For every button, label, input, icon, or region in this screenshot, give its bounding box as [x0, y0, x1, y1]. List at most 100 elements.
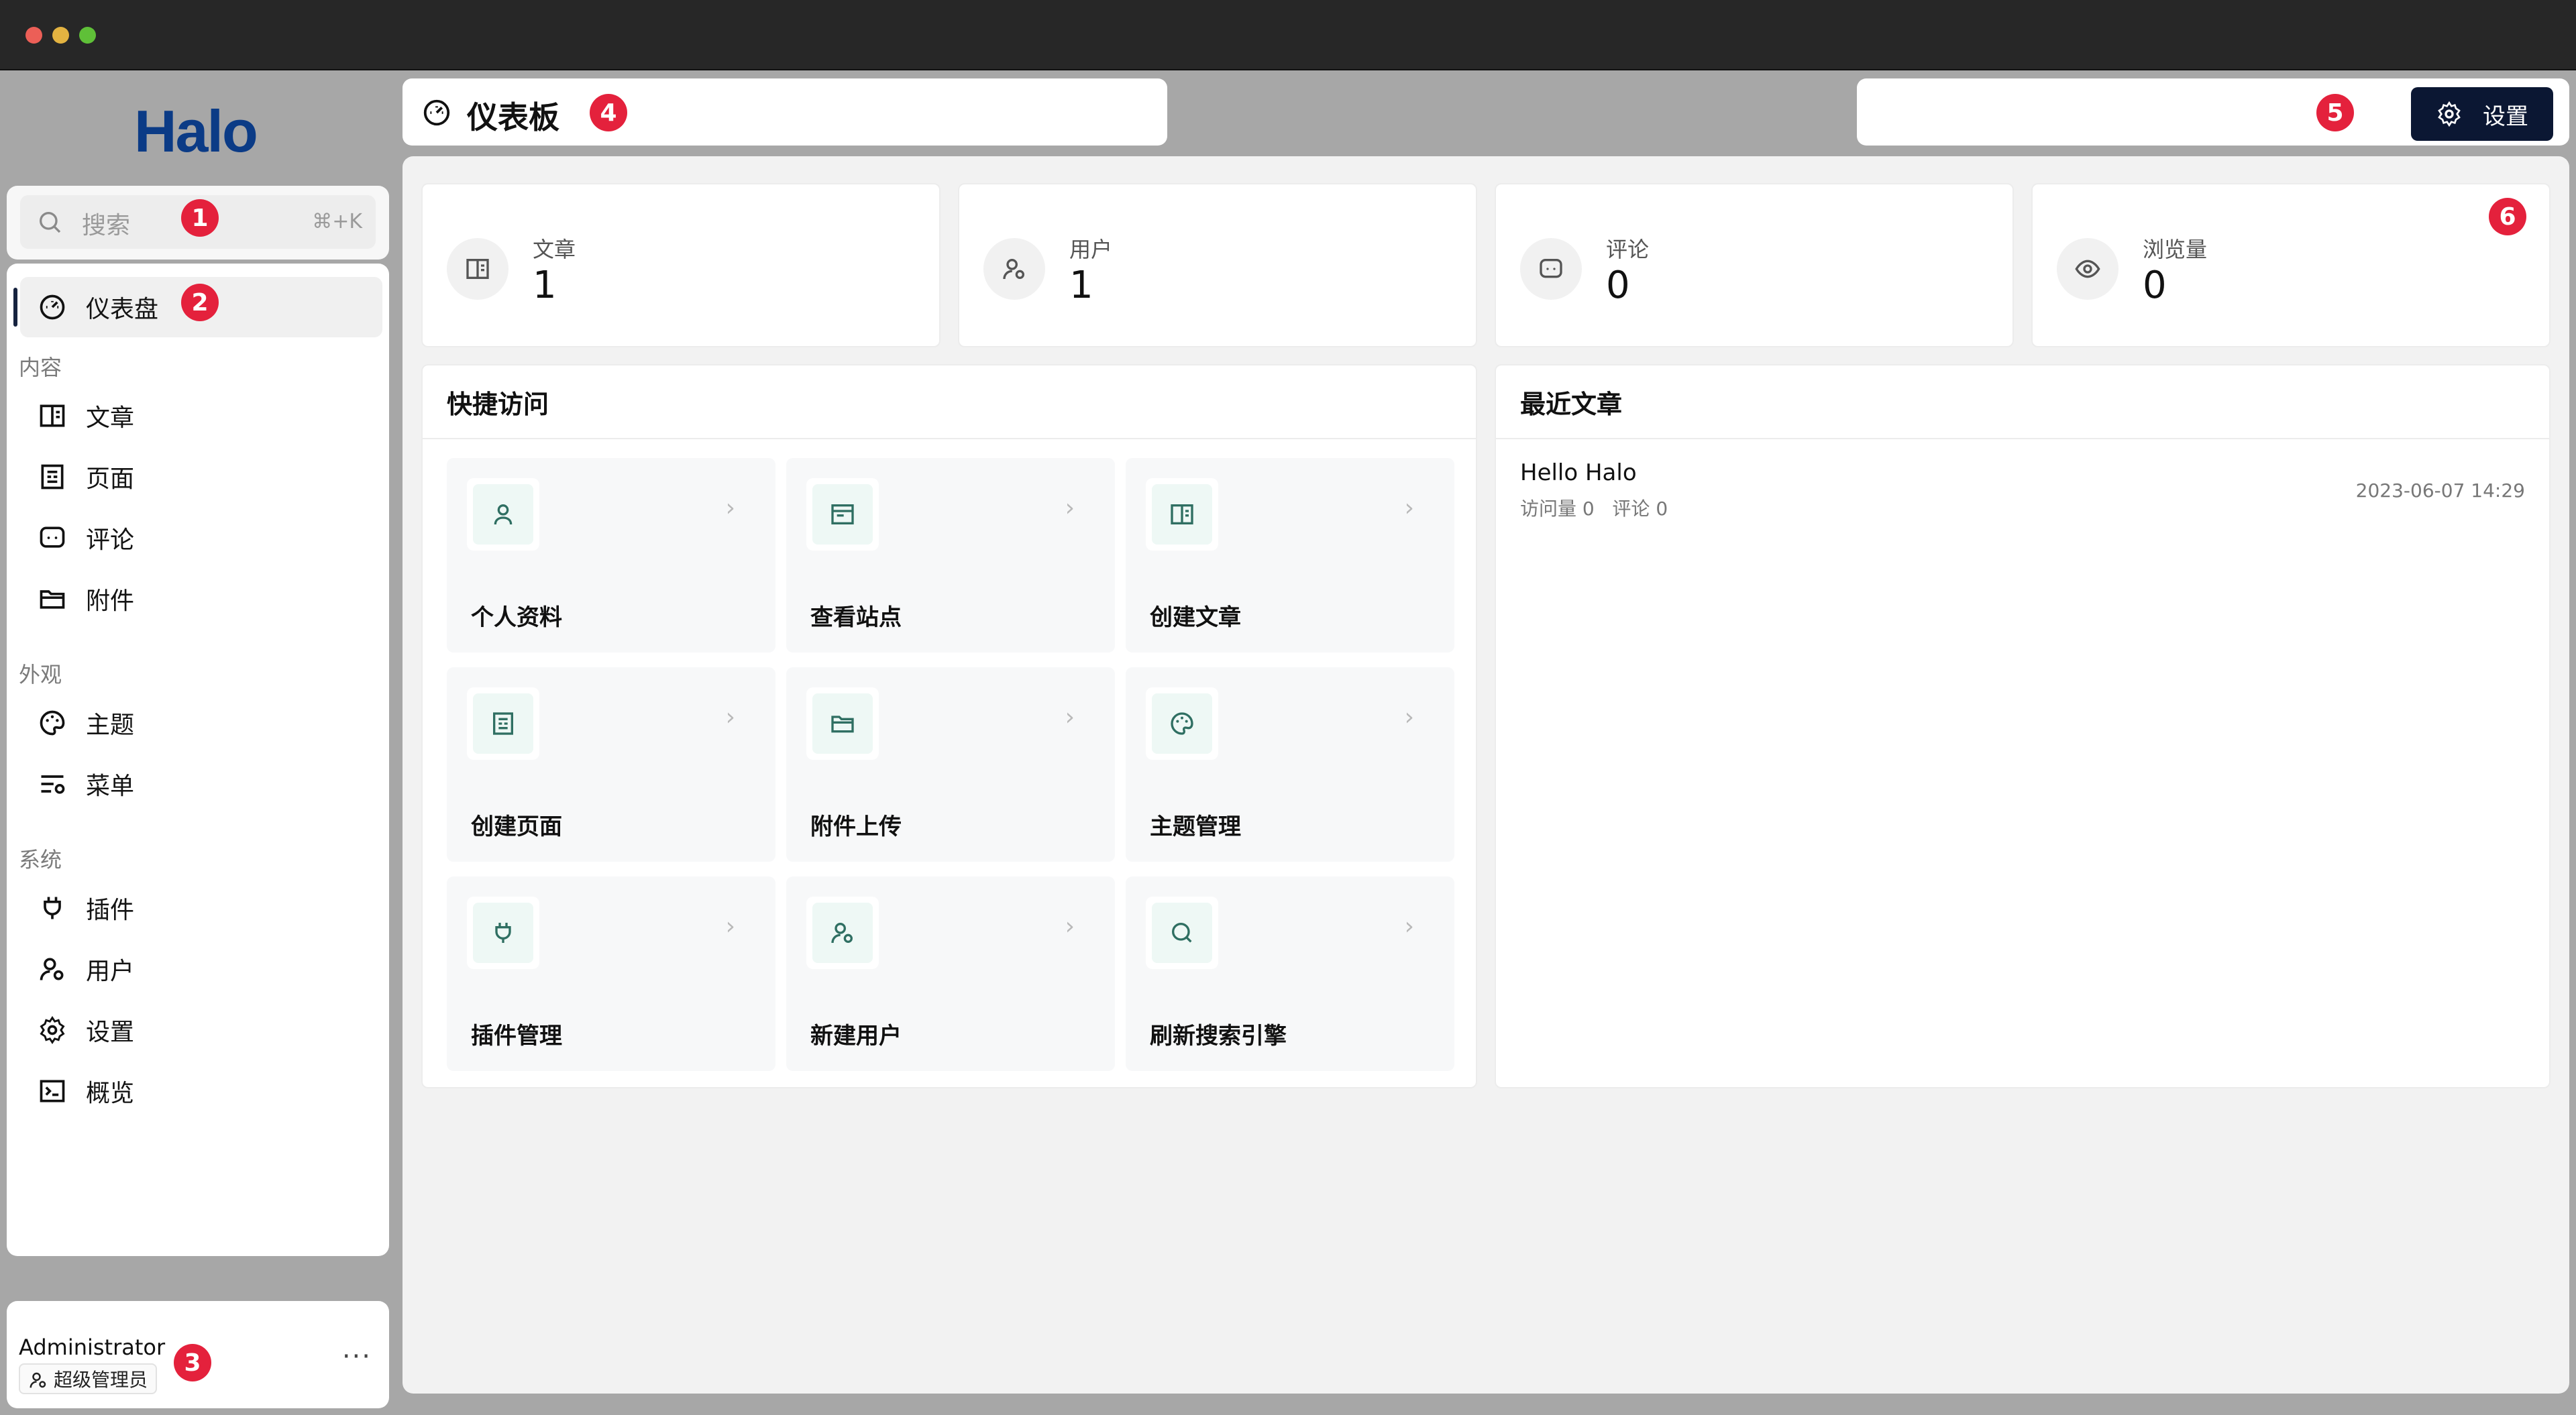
- sidebar-item-plugins[interactable]: 插件: [20, 878, 382, 938]
- user-gear-icon: [1003, 259, 1024, 280]
- annotation-badge-2: 2: [181, 284, 219, 321]
- stat-card-users[interactable]: 用户 1: [958, 183, 1477, 347]
- quick-access-icon-bg: [812, 903, 873, 963]
- quick-access-icon: [806, 897, 879, 969]
- menu-settings-icon: [41, 775, 65, 794]
- gear-icon: [40, 1016, 65, 1044]
- folder-icon: [40, 590, 65, 609]
- sidebar-item-users[interactable]: 用户: [20, 939, 382, 999]
- quick-access-item[interactable]: › 查看站点: [786, 458, 1115, 653]
- gear-icon: [2438, 101, 2461, 127]
- user-icon: [494, 504, 513, 525]
- page-header: 仪表板: [402, 78, 1167, 146]
- recent-post-date: 2023-06-07 14:29: [2355, 479, 2525, 502]
- chevron-right-icon: ›: [1065, 703, 1075, 731]
- page-title: 仪表板: [467, 99, 559, 135]
- sidebar-item-label: 文章: [86, 404, 135, 432]
- quick-access-item[interactable]: › 个人资料: [447, 458, 775, 653]
- recent-post-comments: 评论 0: [1612, 498, 1668, 520]
- page-icon: [41, 464, 64, 490]
- recent-posts-title: 最近文章: [1496, 365, 2549, 439]
- quick-access-icon-bg: [473, 903, 533, 963]
- palette-icon: [40, 710, 65, 736]
- sidebar-item-label: 仪表盘: [86, 296, 159, 323]
- quick-access-label: 附件上传: [810, 813, 902, 840]
- quick-access-label: 创建页面: [471, 813, 562, 840]
- quick-access-item[interactable]: › 创建文章: [1126, 458, 1454, 653]
- quick-access-icon: [467, 478, 539, 551]
- sidebar-item-posts[interactable]: 文章: [20, 386, 382, 446]
- sidebar-item-label: 评论: [86, 526, 135, 554]
- sidebar-item-overview[interactable]: 概览: [20, 1061, 382, 1121]
- quick-access-icon-bg: [473, 693, 533, 754]
- app-content: Halo 搜索 ⌘+K 1 仪表盘 内容 文章 页面 评论 附件 外观 主题 菜…: [0, 70, 2576, 1415]
- chevron-right-icon: ›: [1404, 494, 1414, 522]
- quick-access-icon: [467, 687, 539, 760]
- close-window-button[interactable]: [25, 27, 42, 44]
- user-role-label: 超级管理员: [54, 1369, 148, 1391]
- comment-icon: [40, 526, 65, 548]
- more-options-button[interactable]: ···: [342, 1341, 372, 1372]
- quick-access-item[interactable]: › 主题管理: [1126, 667, 1454, 862]
- stat-card-comments[interactable]: 评论 0: [1495, 183, 2014, 347]
- book-icon: [466, 259, 489, 279]
- quick-access-icon: [1146, 478, 1218, 551]
- eye-icon: [2075, 260, 2100, 278]
- settings-button-label: 设置: [2483, 103, 2528, 130]
- chevron-right-icon: ›: [725, 494, 735, 522]
- quick-access-item[interactable]: › 创建页面: [447, 667, 775, 862]
- stat-value: 1: [533, 264, 557, 307]
- sidebar-item-comments[interactable]: 评论: [20, 508, 382, 568]
- recent-post-visits: 访问量 0: [1520, 498, 1595, 520]
- sidebar-item-label: 主题: [86, 712, 135, 739]
- maximize-window-button[interactable]: [79, 27, 96, 44]
- stat-label: 用户: [1069, 237, 1113, 262]
- search-icon: [1172, 923, 1192, 943]
- folder-icon: [831, 716, 854, 733]
- settings-button[interactable]: 设置: [2411, 87, 2553, 141]
- title-bar: [0, 0, 2576, 70]
- page-icon: [493, 712, 513, 735]
- plug-icon: [44, 897, 61, 919]
- stat-value: 0: [1606, 264, 1630, 307]
- palette-icon: [1171, 712, 1193, 735]
- stat-label: 评论: [1606, 237, 1650, 262]
- sidebar-item-themes[interactable]: 主题: [20, 693, 382, 753]
- sidebar-item-pages[interactable]: 页面: [20, 447, 382, 507]
- chevron-right-icon: ›: [1404, 913, 1414, 940]
- sidebar-item-label: 附件: [86, 587, 135, 615]
- book-icon: [40, 404, 65, 427]
- plug-icon: [495, 923, 511, 943]
- chevron-right-icon: ›: [725, 913, 735, 940]
- stat-value: 0: [2143, 264, 2167, 307]
- annotation-badge-4: 4: [590, 94, 627, 131]
- sidebar-item-label: 用户: [86, 958, 135, 985]
- sidebar-item-menus[interactable]: 菜单: [20, 754, 382, 814]
- quick-access-icon-bg: [812, 484, 873, 545]
- stat-card-views[interactable]: 浏览量 0: [2031, 183, 2551, 347]
- halo-logo[interactable]: Halo: [134, 97, 258, 164]
- sidebar-item-settings[interactable]: 设置: [20, 1000, 382, 1060]
- quick-access-icon: [806, 478, 879, 551]
- chevron-right-icon: ›: [725, 703, 735, 731]
- dashboard-main: 文章 1 用户 1 评论 0 浏览量 0 快捷访问 › 个人资料 › 查看站点 …: [402, 156, 2569, 1394]
- quick-access-icon: [1146, 687, 1218, 760]
- quick-access-item[interactable]: › 新建用户: [786, 876, 1115, 1071]
- quick-access-icon-bg: [1152, 484, 1212, 545]
- recent-posts-card: 最近文章 Hello Halo 访问量 0 评论 0 2023-06-07 14…: [1495, 364, 2551, 1088]
- sidebar-item-attachments[interactable]: 附件: [20, 569, 382, 629]
- search-shortcut: ⌘+K: [312, 210, 362, 233]
- user-gear-icon: [40, 958, 64, 980]
- quick-access-item[interactable]: › 刷新搜索引擎: [1126, 876, 1454, 1071]
- stat-card-posts[interactable]: 文章 1: [421, 183, 941, 347]
- stat-icon: [1520, 238, 1582, 300]
- comment-icon: [1540, 259, 1562, 278]
- minimize-window-button[interactable]: [52, 27, 69, 44]
- nav-group-content: 内容: [19, 355, 62, 380]
- quick-access-item[interactable]: › 附件上传: [786, 667, 1115, 862]
- search-icon: [40, 212, 61, 233]
- quick-access-item[interactable]: › 插件管理: [447, 876, 775, 1071]
- recent-post-title[interactable]: Hello Halo: [1520, 459, 1637, 486]
- quick-access-title: 快捷访问: [423, 365, 1476, 439]
- sidebar-item-label: 页面: [86, 465, 135, 493]
